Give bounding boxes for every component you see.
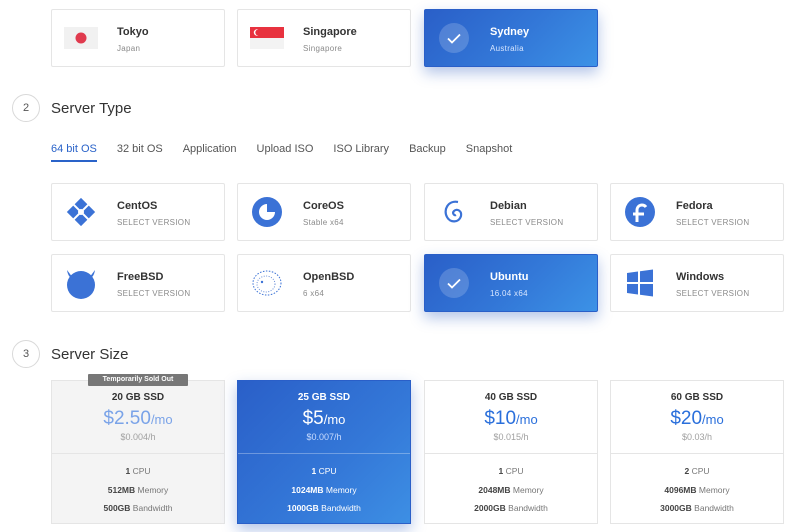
location-card-tokyo[interactable]: Tokyo Japan xyxy=(51,9,225,67)
plan-price: $20/mo xyxy=(670,408,724,429)
plan-bandwidth: 500GB Bandwidth xyxy=(103,503,173,513)
os-card-windows[interactable]: Windows SELECT VERSION xyxy=(610,254,784,312)
plan-hourly: $0.03/h xyxy=(681,432,713,442)
plan-hourly: $0.004/h xyxy=(120,432,156,442)
plan-divider xyxy=(52,453,224,454)
plan-hourly: $0.007/h xyxy=(306,432,342,442)
singapore-flag-icon xyxy=(250,27,284,49)
plan-cpu: 1 CPU xyxy=(125,466,151,476)
plan-bandwidth: 3000GB Bandwidth xyxy=(660,503,734,513)
plan-memory: 512MB Memory xyxy=(107,485,169,495)
plan-card-25gb[interactable]: 25 GB SSD $5/mo $0.007/h 1 CPU 1024MB Me… xyxy=(237,380,411,524)
section-title-server-size: Server Size xyxy=(51,346,129,363)
os-name: Debian xyxy=(490,200,527,212)
check-icon xyxy=(437,21,471,55)
os-version: Stable x64 xyxy=(303,218,344,227)
debian-icon xyxy=(437,195,471,229)
os-card-fedora[interactable]: Fedora SELECT VERSION xyxy=(610,183,784,241)
plan-hourly: $0.015/h xyxy=(493,432,529,442)
plan-price: $5/mo xyxy=(302,408,346,429)
os-name: Windows xyxy=(676,271,725,283)
plan-bandwidth: 1000GB Bandwidth xyxy=(287,503,361,513)
step-number-server-type: 2 xyxy=(12,94,40,122)
os-version: SELECT VERSION xyxy=(676,218,750,227)
os-version: 6 x64 xyxy=(303,289,325,298)
os-version: SELECT VERSION xyxy=(676,289,750,298)
os-card-ubuntu[interactable]: Ubuntu 16.04 x64 xyxy=(424,254,598,312)
plan-cpu: 1 CPU xyxy=(311,466,337,476)
tab-upload-iso[interactable]: Upload ISO xyxy=(257,143,314,162)
os-name: CoreOS xyxy=(303,200,344,212)
location-country: Singapore xyxy=(303,44,343,53)
plan-divider xyxy=(425,453,597,454)
tab-iso-library[interactable]: ISO Library xyxy=(333,143,389,162)
os-version: SELECT VERSION xyxy=(117,218,191,227)
plan-cpu: 1 CPU xyxy=(498,466,524,476)
plan-card-20gb[interactable]: 20 GB SSD $2.50/mo $0.004/h 1 CPU 512MB … xyxy=(51,380,225,524)
os-card-centos[interactable]: CentOS SELECT VERSION xyxy=(51,183,225,241)
os-version: SELECT VERSION xyxy=(490,218,564,227)
os-tabs: 64 bit OS 32 bit OS Application Upload I… xyxy=(51,143,532,162)
plan-storage: 20 GB SSD xyxy=(111,392,165,403)
windows-icon xyxy=(623,266,657,300)
location-city: Tokyo xyxy=(117,26,149,38)
os-version: SELECT VERSION xyxy=(117,289,191,298)
openbsd-icon xyxy=(250,266,284,300)
plan-memory: 1024MB Memory xyxy=(291,485,357,495)
plan-memory: 4096MB Memory xyxy=(664,485,730,495)
os-name: Fedora xyxy=(676,200,713,212)
location-country: Australia xyxy=(490,44,524,53)
plan-card-60gb[interactable]: 60 GB SSD $20/mo $0.03/h 2 CPU 4096MB Me… xyxy=(610,380,784,524)
plan-cpu: 2 CPU xyxy=(684,466,710,476)
plan-storage: 40 GB SSD xyxy=(484,392,538,403)
freebsd-icon xyxy=(64,266,98,300)
step-number-server-size: 3 xyxy=(12,340,40,368)
plan-price: $10/mo xyxy=(484,408,538,429)
plan-divider xyxy=(238,453,410,454)
location-card-sydney[interactable]: Sydney Australia xyxy=(424,9,598,67)
tab-backup[interactable]: Backup xyxy=(409,143,446,162)
centos-icon xyxy=(64,195,98,229)
location-card-singapore[interactable]: Singapore Singapore xyxy=(237,9,411,67)
plan-storage: 60 GB SSD xyxy=(670,392,724,403)
check-icon xyxy=(437,266,471,300)
location-city: Singapore xyxy=(303,26,357,38)
os-name: FreeBSD xyxy=(117,271,164,283)
os-name: CentOS xyxy=(117,200,158,212)
tab-application[interactable]: Application xyxy=(183,143,237,162)
os-version: 16.04 x64 xyxy=(490,289,528,298)
plan-storage: 25 GB SSD xyxy=(297,392,351,403)
os-card-openbsd[interactable]: OpenBSD 6 x64 xyxy=(237,254,411,312)
os-name: OpenBSD xyxy=(303,271,355,283)
os-card-coreos[interactable]: CoreOS Stable x64 xyxy=(237,183,411,241)
fedora-icon xyxy=(623,195,657,229)
tab-32-bit-os[interactable]: 32 bit OS xyxy=(117,143,163,162)
location-country: Japan xyxy=(117,44,141,53)
plan-card-40gb[interactable]: 40 GB SSD $10/mo $0.015/h 1 CPU 2048MB M… xyxy=(424,380,598,524)
plan-divider xyxy=(611,453,783,454)
plan-memory: 2048MB Memory xyxy=(478,485,544,495)
plan-price: $2.50/mo xyxy=(103,408,173,429)
plan-bandwidth: 2000GB Bandwidth xyxy=(474,503,548,513)
os-name: Ubuntu xyxy=(490,271,529,283)
location-city: Sydney xyxy=(490,26,530,38)
sold-out-badge: Temporarily Sold Out xyxy=(88,374,188,386)
os-card-freebsd[interactable]: FreeBSD SELECT VERSION xyxy=(51,254,225,312)
os-card-debian[interactable]: Debian SELECT VERSION xyxy=(424,183,598,241)
tab-64-bit-os[interactable]: 64 bit OS xyxy=(51,143,97,162)
coreos-icon xyxy=(250,195,284,229)
section-title-server-type: Server Type xyxy=(51,100,132,117)
japan-flag-icon xyxy=(64,27,98,49)
tab-snapshot[interactable]: Snapshot xyxy=(466,143,512,162)
